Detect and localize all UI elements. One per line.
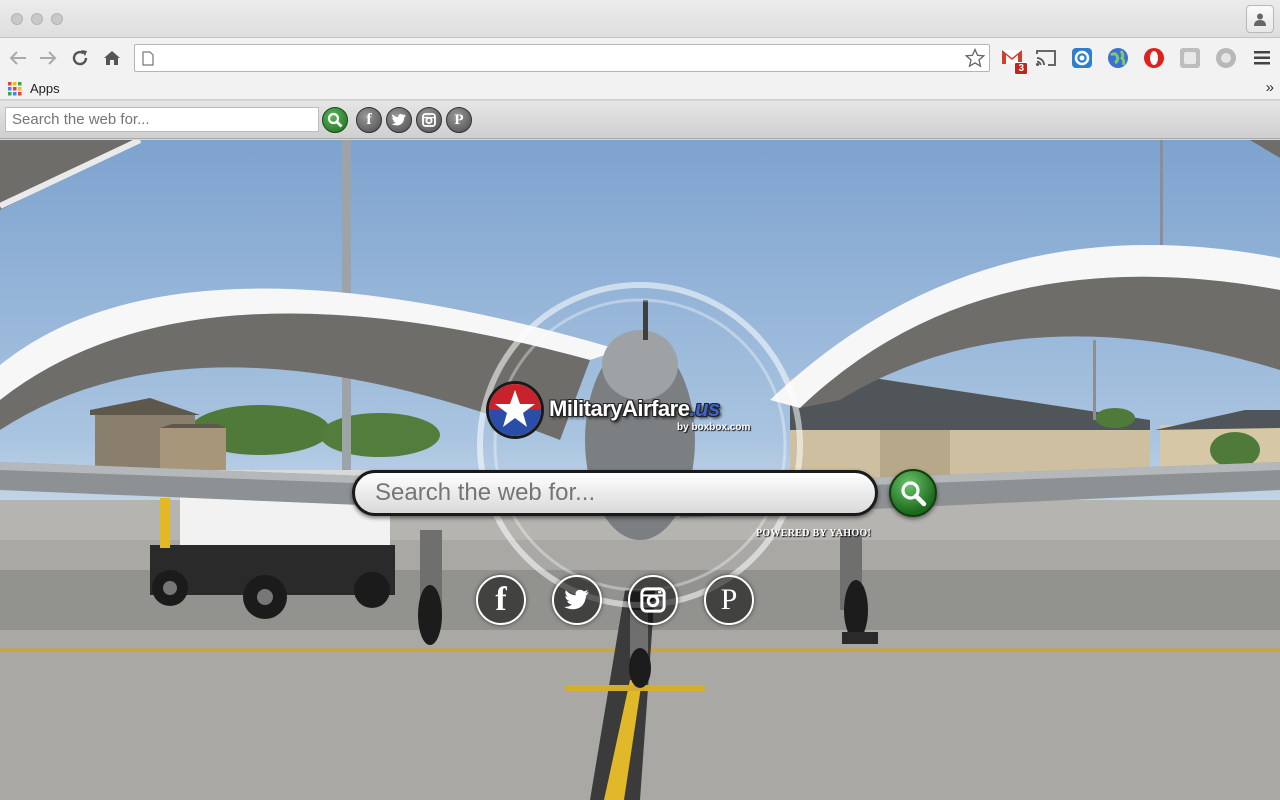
close-window-button[interactable] xyxy=(11,13,23,25)
gray-square-icon xyxy=(1180,48,1200,68)
gmail-unread-badge: 3 xyxy=(1014,62,1028,75)
instagram-icon xyxy=(640,587,666,613)
home-button[interactable] xyxy=(100,46,124,70)
toolbar-facebook-button[interactable]: f xyxy=(356,107,382,133)
opera-icon xyxy=(1144,48,1164,68)
facebook-icon: f xyxy=(366,111,372,128)
star-roundel-icon xyxy=(486,381,544,439)
instagram-icon xyxy=(422,113,436,127)
pinterest-button[interactable]: P xyxy=(704,575,754,625)
magnifier-icon xyxy=(327,112,343,128)
gray-square-extension[interactable] xyxy=(1178,46,1202,70)
globe-extension[interactable] xyxy=(1106,46,1130,70)
logo-name: MilitaryAirfare xyxy=(549,396,690,421)
reload-icon xyxy=(72,50,88,66)
search-toolbar: f P xyxy=(0,101,1280,139)
hero-background: MilitaryAirfare.us by boxbox.com POWERED… xyxy=(0,140,1280,800)
facebook-icon: f xyxy=(495,581,507,618)
zoom-window-button[interactable] xyxy=(51,13,63,25)
main-search-button[interactable] xyxy=(889,469,937,517)
navigation-bar: 3 xyxy=(0,38,1280,78)
toolbar-search-button[interactable] xyxy=(322,107,348,133)
powered-by-yahoo: POWERED BY YAHOO! xyxy=(756,528,872,539)
page-icon xyxy=(142,51,154,66)
forward-arrow-icon xyxy=(40,51,57,65)
chrome-menu-button[interactable] xyxy=(1250,46,1274,70)
toolbar-twitter-button[interactable] xyxy=(386,107,412,133)
twitter-icon xyxy=(391,114,406,126)
magnifier-icon xyxy=(901,481,927,507)
address-bar[interactable] xyxy=(134,44,990,72)
cast-icon xyxy=(1036,50,1056,66)
pinterest-icon: P xyxy=(454,111,464,128)
logo-byline: by boxbox.com xyxy=(677,422,751,433)
apps-bookmark[interactable]: Apps xyxy=(6,78,68,100)
back-arrow-icon xyxy=(9,51,26,65)
cast-extension[interactable] xyxy=(1034,46,1058,70)
toolbar-search-input[interactable] xyxy=(5,107,319,132)
twitter-button[interactable] xyxy=(552,575,602,625)
facebook-button[interactable]: f xyxy=(476,575,526,625)
toolbar-pinterest-button[interactable]: P xyxy=(446,107,472,133)
main-search-input[interactable] xyxy=(352,470,878,516)
instagram-button[interactable] xyxy=(628,575,678,625)
minimize-window-button[interactable] xyxy=(31,13,43,25)
globe-icon xyxy=(1108,48,1128,68)
pinterest-icon: P xyxy=(720,583,738,616)
bookmark-star-icon[interactable] xyxy=(965,48,985,68)
logo-title: MilitaryAirfare.us xyxy=(549,396,720,422)
person-icon xyxy=(1254,13,1266,26)
gray-circle-extension[interactable] xyxy=(1214,46,1238,70)
forward-button[interactable] xyxy=(36,46,60,70)
apps-label: Apps xyxy=(30,81,60,96)
apps-grid-icon xyxy=(8,82,22,96)
hamburger-menu-icon xyxy=(1254,51,1270,65)
window-titlebar xyxy=(0,0,1280,38)
back-button[interactable] xyxy=(6,46,30,70)
site-logo[interactable]: MilitaryAirfare.us by boxbox.com xyxy=(485,378,765,442)
logo-tld: .us xyxy=(689,396,720,421)
twitter-icon xyxy=(564,589,589,610)
bookmarks-bar: Apps » xyxy=(0,78,1280,100)
home-icon xyxy=(104,51,120,65)
blue-ring-icon xyxy=(1072,48,1092,68)
profile-button[interactable] xyxy=(1246,5,1274,33)
blue-ring-extension[interactable] xyxy=(1070,46,1094,70)
gray-circle-icon xyxy=(1216,48,1236,68)
toolbar-instagram-button[interactable] xyxy=(416,107,442,133)
gmail-extension[interactable]: 3 xyxy=(1000,46,1028,75)
bookmarks-overflow-button[interactable]: » xyxy=(1266,79,1274,96)
opera-extension[interactable] xyxy=(1142,46,1166,70)
reload-button[interactable] xyxy=(68,46,92,70)
